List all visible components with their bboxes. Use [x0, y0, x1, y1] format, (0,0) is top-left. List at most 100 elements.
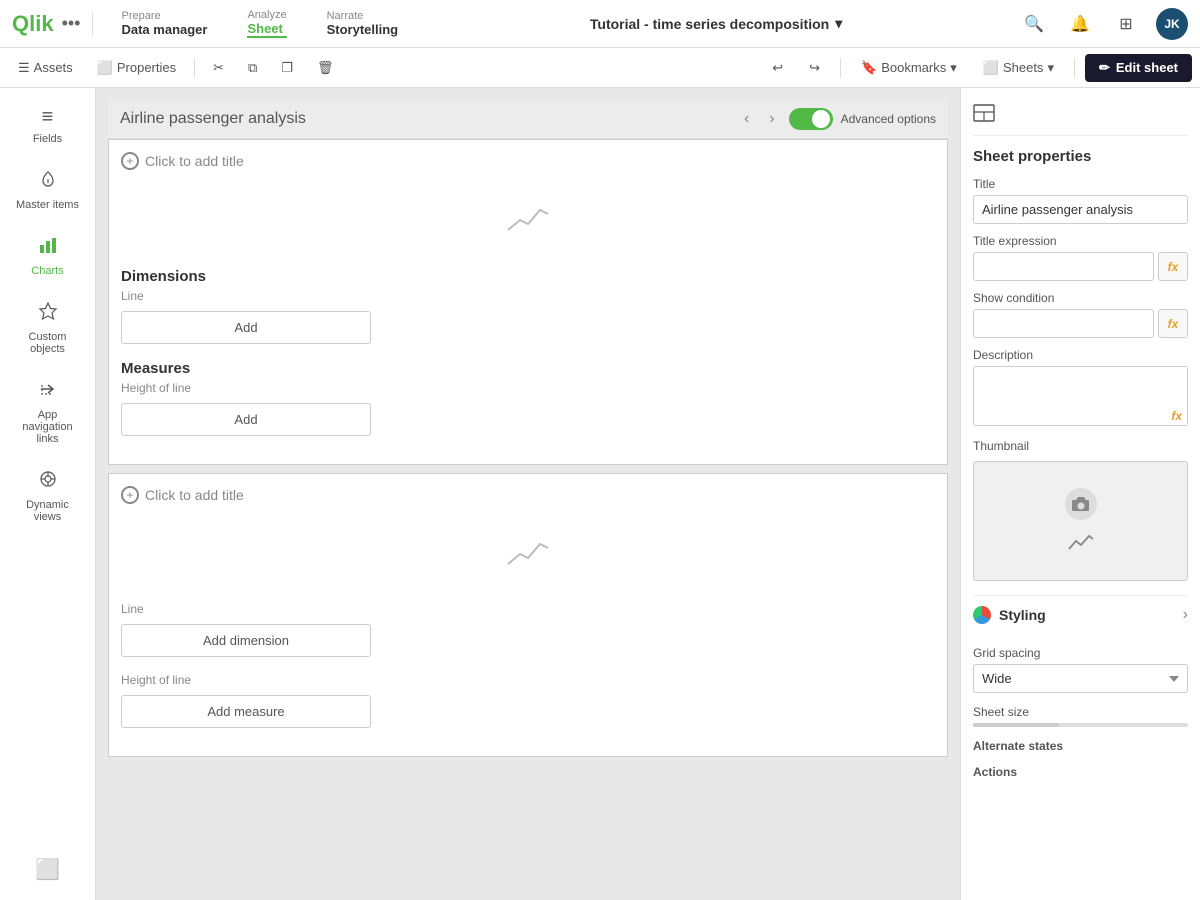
thumbnail-label: Thumbnail	[973, 439, 1188, 453]
nav-narrate[interactable]: Narrate Storytelling	[311, 10, 415, 37]
thumbnail-box[interactable]	[973, 461, 1188, 581]
sheet-panel-2: + Click to add title Line Add dimension …	[108, 473, 948, 757]
sidebar-item-charts[interactable]: Charts	[6, 225, 90, 287]
title-field-label: Title	[973, 177, 1188, 191]
pencil-icon: ✏	[1099, 60, 1110, 76]
measures-section-2: Height of line Add measure	[121, 673, 935, 728]
right-panel: Sheet properties Title Title expression …	[960, 88, 1200, 900]
nav-analyze[interactable]: Analyze Sheet	[231, 9, 302, 38]
nav-prepare-label: Prepare	[121, 10, 207, 22]
nav-narrate-name: Storytelling	[327, 22, 399, 37]
notifications-button[interactable]: 🔔	[1064, 8, 1096, 40]
title-expression-input[interactable]	[973, 252, 1154, 281]
alternate-states-label: Alternate states	[973, 739, 1188, 753]
sheet-prev-button[interactable]: ‹	[738, 108, 755, 130]
sidebar-item-bottom[interactable]: ⬜	[6, 847, 90, 892]
add-measure-button-2[interactable]: Add measure	[121, 695, 371, 728]
qlik-menu-dots[interactable]: •••	[62, 13, 81, 34]
show-condition-input[interactable]	[973, 309, 1154, 338]
sidebar-item-custom-objects-label: Custom objects	[12, 331, 84, 355]
master-items-icon	[38, 169, 58, 195]
bookmarks-button[interactable]: 🔖 Bookmarks ▾	[851, 56, 967, 80]
app-title[interactable]: Tutorial - time series decomposition ▾	[422, 15, 1010, 32]
assets-icon: ☰	[18, 60, 30, 76]
nav-prepare[interactable]: Prepare Data manager	[105, 10, 223, 37]
sheet-size-bar-fill	[973, 723, 1059, 727]
copy-icon: ⧉	[248, 60, 257, 76]
styling-section-header[interactable]: Styling ›	[973, 595, 1188, 634]
nav-divider-1	[92, 12, 93, 36]
grid-menu-button[interactable]: ⊞	[1110, 8, 1142, 40]
sheets-icon: ⬜	[983, 60, 999, 76]
copy-button[interactable]: ⧉	[238, 56, 267, 80]
undo-icon: ↩	[772, 60, 783, 76]
title-input[interactable]	[973, 195, 1188, 224]
advanced-options-switch[interactable]	[789, 108, 833, 130]
add-title-bar-2[interactable]: + Click to add title	[121, 486, 935, 504]
bottom-icon: ⬜	[35, 857, 60, 882]
add-title-text-1: Click to add title	[145, 153, 244, 169]
sidebar-item-app-nav-links-label: App navigation links	[12, 409, 84, 445]
toolbar-right-group: ↩ ↪ 🔖 Bookmarks ▾ ⬜ Sheets ▾ ✏ Edit shee…	[762, 54, 1192, 82]
dimensions-sub-1: Line	[121, 289, 935, 303]
sheets-button[interactable]: ⬜ Sheets ▾	[973, 56, 1064, 80]
qlik-logo[interactable]: Qlik	[12, 11, 54, 37]
measures-sub-1: Height of line	[121, 381, 935, 395]
dynamic-views-icon	[38, 469, 58, 495]
edit-sheet-button[interactable]: ✏ Edit sheet	[1085, 54, 1192, 82]
description-fx-button[interactable]: fx	[1171, 409, 1182, 423]
dimensions-section-1: Dimensions Line Add	[121, 268, 935, 344]
add-title-text-2: Click to add title	[145, 487, 244, 503]
sidebar-item-dynamic-views-label: Dynamic views	[12, 499, 84, 523]
styling-title-wrap: Styling	[973, 606, 1046, 624]
sidebar-item-dynamic-views[interactable]: Dynamic views	[6, 459, 90, 533]
sidebar-item-custom-objects[interactable]: Custom objects	[6, 291, 90, 365]
sidebar-bottom-area: ⬜	[6, 847, 90, 892]
left-sidebar: ≡ Fields Master items Charts	[0, 88, 96, 900]
assets-button[interactable]: ☰ Assets	[8, 56, 83, 80]
measures-heading-1: Measures	[121, 360, 935, 377]
sidebar-item-fields[interactable]: ≡ Fields	[6, 96, 90, 155]
description-textarea[interactable]	[973, 366, 1188, 426]
sheet-size-bar	[973, 723, 1188, 727]
plus-icon-1: +	[121, 152, 139, 170]
show-condition-fx-button[interactable]: fx	[1158, 309, 1188, 338]
toggle-slider	[789, 108, 833, 130]
fields-icon: ≡	[42, 106, 54, 129]
delete-button[interactable]: 🗑	[307, 56, 344, 80]
styling-color-dot	[973, 606, 991, 624]
sheet-next-button[interactable]: ›	[763, 108, 780, 130]
add-dimension-button-2[interactable]: Add dimension	[121, 624, 371, 657]
cut-button[interactable]: ✂	[203, 56, 234, 80]
sidebar-item-app-nav-links[interactable]: App navigation links	[6, 369, 90, 455]
paste-button[interactable]: ❐	[271, 56, 303, 80]
properties-button[interactable]: ⬜ Properties	[87, 56, 186, 80]
panel-layout-icon[interactable]	[973, 106, 995, 126]
charts-icon	[38, 235, 58, 261]
plus-icon-2: +	[121, 486, 139, 504]
sidebar-item-master-items[interactable]: Master items	[6, 159, 90, 221]
qlik-logo-text: Qlik	[12, 11, 54, 37]
add-title-bar-1[interactable]: + Click to add title	[121, 152, 935, 170]
grid-spacing-select[interactable]: Wide Medium Narrow	[973, 664, 1188, 693]
search-button[interactable]: 🔍	[1018, 8, 1050, 40]
advanced-options-label: Advanced options	[841, 112, 936, 126]
top-icon-bar: 🔍 🔔 ⊞ JK	[1018, 8, 1188, 40]
cut-icon: ✂	[213, 60, 224, 76]
actions-label: Actions	[973, 765, 1188, 779]
sheet-size-label: Sheet size	[973, 705, 1188, 719]
nav-prepare-name: Data manager	[121, 22, 207, 37]
line-label-2: Line	[121, 602, 935, 616]
title-expression-fx-button[interactable]: fx	[1158, 252, 1188, 281]
redo-button[interactable]: ↪	[799, 56, 830, 80]
toolbar-separator-3	[1074, 58, 1075, 78]
paste-icon: ❐	[281, 60, 293, 76]
user-avatar[interactable]: JK	[1156, 8, 1188, 40]
delete-icon: 🗑	[317, 60, 334, 76]
height-label-2: Height of line	[121, 673, 935, 687]
add-measure-button-1[interactable]: Add	[121, 403, 371, 436]
undo-button[interactable]: ↩	[762, 56, 793, 80]
line-chart-icon-2	[504, 536, 552, 580]
advanced-options-toggle[interactable]: Advanced options	[789, 108, 936, 130]
add-dimension-button-1[interactable]: Add	[121, 311, 371, 344]
